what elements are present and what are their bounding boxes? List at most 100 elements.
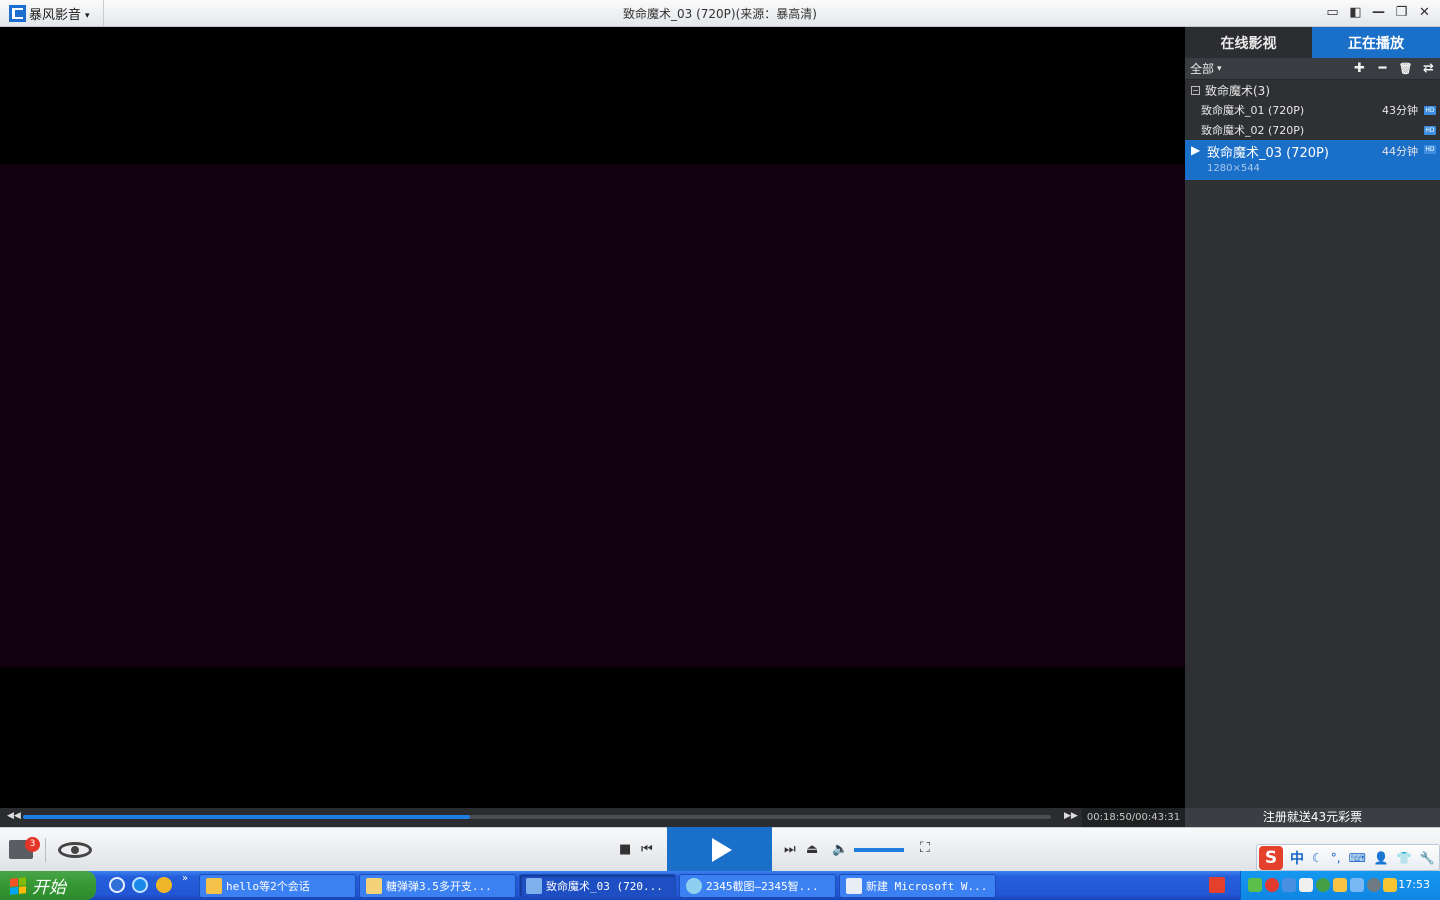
hd-icon: HD <box>1424 105 1436 115</box>
item-name: 致命魔术_01 (720P) <box>1201 104 1305 117</box>
divider <box>45 838 46 862</box>
app-logo-text: 暴风影音 <box>29 8 82 23</box>
sogou-logo-icon[interactable]: S <box>1259 845 1283 870</box>
play-icon <box>711 837 732 862</box>
playlist-group[interactable]: − 致命魔术(3) <box>1185 80 1440 100</box>
system-tray: 17:53 <box>1240 871 1440 900</box>
qq-icon <box>206 878 222 894</box>
fast-forward-icon[interactable]: ▶▶ <box>1064 811 1078 821</box>
quicklaunch-more-icon[interactable]: » <box>182 873 188 884</box>
trash-icon[interactable]: 🗑 <box>1394 62 1417 75</box>
ie-icon[interactable] <box>109 877 125 893</box>
keyboard-icon[interactable]: ⌨ <box>1349 851 1366 865</box>
filter-dropdown[interactable]: 全部 <box>1190 60 1214 77</box>
eye-icon[interactable] <box>56 839 94 861</box>
taskbar-item[interactable]: 糖弹弹3.5多开支... <box>359 874 516 898</box>
promo-banner[interactable]: 注册就送43元彩票 <box>1185 808 1440 827</box>
item-name: 致命魔术_02 (720P) <box>1201 124 1305 137</box>
rewind-icon[interactable]: ◀◀ <box>7 811 21 821</box>
wrench-icon[interactable]: 🔧 <box>1420 851 1435 865</box>
seek-slider[interactable] <box>23 815 1051 819</box>
windows-logo-icon <box>10 876 26 895</box>
seek-progress <box>23 815 470 819</box>
qq-tray-icon[interactable] <box>1333 878 1347 892</box>
seek-bar-row: ◀◀ ▶▶ 00:18:50/00:43:31 注册就送43元彩票 <box>0 808 1440 827</box>
tray-app-icon[interactable] <box>1248 878 1262 892</box>
item-resolution: 1280×544 <box>1207 163 1260 174</box>
loop-icon[interactable]: ⇄ <box>1417 61 1440 76</box>
tray-app-icon[interactable] <box>1265 878 1279 892</box>
video-frame <box>0 164 1185 667</box>
taskbar-item-label: 糖弹弹3.5多开支... <box>386 880 492 893</box>
sogou-tray-icon[interactable] <box>1209 877 1225 893</box>
volume-icon[interactable]: 🔈 <box>832 842 848 857</box>
playlist-panel: 在线影视 正在播放 全部 ▾ ✚ ━ 🗑 ⇄ − 致命魔术(3) 致命魔术_01… <box>1185 27 1440 808</box>
fullscreen-button[interactable]: ⛶ <box>920 840 930 856</box>
clock: 17:53 <box>1398 878 1430 891</box>
notification-badge: 3 <box>25 837 40 852</box>
group-label: 致命魔术(3) <box>1205 83 1270 98</box>
item-duration: 43分钟 <box>1382 104 1418 117</box>
tray-app-icon[interactable] <box>1367 878 1381 892</box>
window-controls: ▭ ◧ — ❐ ✕ <box>1323 3 1434 22</box>
playlist-item-playing[interactable]: ▶ 致命魔术_03 (720P) 44分钟 HD 1280×544 <box>1185 140 1440 180</box>
taskbar-item[interactable]: 新建 Microsoft W... <box>839 874 996 898</box>
playing-arrow-icon: ▶ <box>1191 143 1201 157</box>
ime-toolbar: S 中 ☾ °, ⌨ 👤 👕 🔧 <box>1256 844 1440 871</box>
video-viewport[interactable] <box>0 27 1185 808</box>
next-button[interactable]: ⏭ <box>784 842 796 857</box>
taskbar-item-active[interactable]: 致命魔术_03 (720... <box>519 874 676 898</box>
taskbar-item-label: 新建 Microsoft W... <box>866 880 988 893</box>
chevron-down-icon: ▾ <box>85 10 90 21</box>
tray-app-icon[interactable] <box>1316 878 1330 892</box>
add-icon[interactable]: ✚ <box>1348 61 1371 76</box>
tray-app-icon[interactable] <box>1299 878 1313 892</box>
browser-icon[interactable] <box>132 877 148 893</box>
playlist-item[interactable]: 致命魔术_02 (720P) HD <box>1185 120 1440 140</box>
desktop-icon[interactable] <box>156 877 172 893</box>
tray-app-icon[interactable] <box>1282 878 1296 892</box>
volume-slider[interactable] <box>854 848 904 852</box>
hd-icon: HD <box>1424 125 1436 135</box>
stop-button[interactable]: ■ <box>619 842 631 857</box>
remove-icon[interactable]: ━ <box>1371 61 1394 76</box>
restore-button[interactable]: ❐ <box>1392 3 1411 22</box>
taskbar-item[interactable]: hello等2个会话 <box>199 874 356 898</box>
close-button[interactable]: ✕ <box>1415 3 1434 22</box>
time-display: 00:18:50/00:43:31 <box>1082 808 1185 827</box>
sidebar-tabs: 在线影视 正在播放 <box>1185 27 1440 58</box>
eject-button[interactable]: ⏏ <box>806 842 818 857</box>
taskbar-item-label: 2345截图—2345智... <box>706 880 819 893</box>
minimize-button[interactable]: — <box>1369 3 1388 22</box>
taskbar-item-label: 致命魔术_03 (720... <box>546 880 663 893</box>
taskbar-item[interactable]: 2345截图—2345智... <box>679 874 836 898</box>
ime-mode-toggle[interactable]: 中 <box>1290 848 1304 868</box>
item-duration: 44分钟 <box>1382 145 1418 158</box>
taskbar-item-label: hello等2个会话 <box>226 880 310 893</box>
collapse-icon[interactable]: − <box>1191 85 1200 95</box>
screenshot-app-icon <box>686 878 702 894</box>
hd-icon: HD <box>1424 145 1436 154</box>
storm-player-icon <box>526 878 542 894</box>
tab-online-video[interactable]: 在线影视 <box>1185 27 1312 58</box>
taskbar: 开始 » hello等2个会话 糖弹弹3.5多开支... 致命魔术_03 (72… <box>0 871 1440 900</box>
tab-now-playing[interactable]: 正在播放 <box>1312 27 1440 58</box>
previous-button[interactable]: ⏮ <box>641 842 653 857</box>
start-label: 开始 <box>32 878 66 898</box>
window-title: 致命魔术_03 (720P)(来源：暴高清) <box>623 7 817 21</box>
playlist-item[interactable]: 致命魔术_01 (720P) 43分钟 HD <box>1185 100 1440 120</box>
app-menu-button[interactable]: 暴风影音 ▾ <box>0 0 104 27</box>
shield-icon[interactable] <box>1383 878 1397 892</box>
skin-icon[interactable]: 👕 <box>1397 851 1412 865</box>
user-icon[interactable]: 👤 <box>1374 851 1389 865</box>
storm-logo-icon <box>9 5 26 22</box>
skin-icon[interactable]: ◧ <box>1346 3 1365 22</box>
network-icon[interactable] <box>1350 878 1364 892</box>
play-button[interactable] <box>667 827 772 872</box>
start-button[interactable]: 开始 <box>0 871 96 900</box>
playlist-toolbar: 全部 ▾ ✚ ━ 🗑 ⇄ <box>1185 58 1440 80</box>
punctuation-icon[interactable]: °, <box>1331 851 1341 865</box>
chevron-down-icon: ▾ <box>1217 63 1222 74</box>
chat-icon[interactable]: ▭ <box>1323 3 1342 22</box>
moon-icon[interactable]: ☾ <box>1312 851 1323 865</box>
